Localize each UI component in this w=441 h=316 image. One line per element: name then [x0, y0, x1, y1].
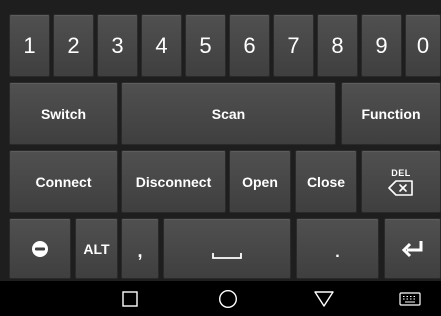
connect-button[interactable]: Connect — [9, 150, 118, 213]
key-label: 8 — [331, 32, 344, 58]
key-label: ALT — [83, 240, 110, 257]
key-label: Open — [242, 173, 278, 190]
alt-button[interactable]: ALT — [75, 218, 118, 279]
key-label: , — [137, 241, 143, 261]
key-label: 4 — [155, 32, 168, 58]
function-button[interactable]: Function — [341, 82, 441, 145]
key-0[interactable]: 0 — [405, 14, 441, 77]
keyboard-switch-button[interactable] — [390, 281, 430, 316]
del-label: DEL — [391, 167, 411, 178]
soft-keyboard: 1 2 3 4 5 6 7 8 9 0 Switch Scan Function… — [0, 0, 441, 281]
back-button[interactable] — [304, 281, 344, 316]
space-key[interactable] — [163, 218, 291, 279]
key-5[interactable]: 5 — [185, 14, 226, 77]
square-icon — [122, 290, 138, 307]
switch-button[interactable]: Switch — [9, 82, 118, 145]
recent-apps-button[interactable] — [110, 281, 150, 316]
key-label: Connect — [35, 173, 92, 190]
scan-button[interactable]: Scan — [121, 82, 336, 145]
home-button[interactable] — [208, 281, 248, 316]
key-label: 0 — [416, 32, 430, 58]
delete-button[interactable]: DEL — [361, 150, 441, 213]
period-key[interactable]: . — [296, 218, 379, 279]
key-label: . — [335, 244, 340, 261]
key-label: 2 — [67, 32, 80, 58]
navigation-bar — [0, 281, 441, 316]
circle-icon — [218, 289, 238, 309]
key-3[interactable]: 3 — [97, 14, 138, 77]
key-6[interactable]: 6 — [229, 14, 270, 77]
key-1[interactable]: 1 — [9, 14, 50, 77]
key-label: Disconnect — [135, 173, 212, 190]
comma-key[interactable]: , — [121, 218, 159, 279]
backspace-icon — [388, 179, 414, 196]
key-label: Function — [361, 105, 421, 122]
key-label: 5 — [199, 32, 212, 58]
key-2[interactable]: 2 — [53, 14, 94, 77]
space-icon — [212, 252, 242, 260]
enter-icon — [401, 239, 425, 259]
triangle-down-icon — [314, 290, 334, 307]
key-label: 7 — [287, 32, 300, 58]
key-7[interactable]: 7 — [273, 14, 314, 77]
enter-button[interactable] — [384, 218, 441, 279]
keyboard-icon — [399, 291, 421, 306]
disconnect-button[interactable]: Disconnect — [121, 150, 226, 213]
key-8[interactable]: 8 — [317, 14, 358, 77]
key-label: Close — [306, 173, 346, 190]
open-button[interactable]: Open — [229, 150, 291, 213]
emoji-icon — [31, 240, 49, 258]
key-label: 9 — [375, 32, 388, 58]
key-label: 1 — [23, 32, 36, 58]
key-label: 6 — [243, 32, 256, 58]
key-label: Scan — [211, 105, 246, 122]
key-label: Switch — [40, 105, 87, 122]
key-4[interactable]: 4 — [141, 14, 182, 77]
close-button[interactable]: Close — [295, 150, 357, 213]
key-label: 3 — [111, 32, 124, 58]
emoji-button[interactable] — [9, 218, 71, 279]
key-9[interactable]: 9 — [361, 14, 402, 77]
